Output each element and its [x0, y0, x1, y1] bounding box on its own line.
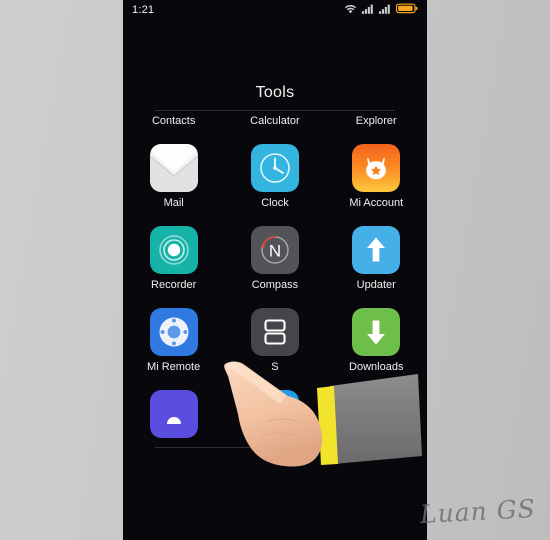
app-label: S: [271, 361, 279, 373]
mi-remote-icon: [149, 308, 198, 356]
signal-sim1-icon: [362, 1, 374, 19]
divider-bottom: [155, 447, 395, 448]
battery-icon: [395, 1, 418, 19]
app-updater[interactable]: Updater: [326, 226, 427, 308]
app-compass[interactable]: N Compass: [224, 226, 325, 308]
app-label: Updater: [356, 279, 396, 291]
downloads-icon: [352, 308, 401, 356]
app-mi-remote[interactable]: Mi Remote: [123, 308, 224, 390]
app-label: Compass: [251, 279, 299, 291]
screenshot-icon: [250, 308, 299, 356]
photo-canvas: 1:21 Tools Contacts Calculator Explorer …: [0, 0, 550, 540]
app-explorer[interactable]: Explorer: [326, 110, 427, 144]
app-contacts[interactable]: Contacts: [123, 110, 224, 144]
mail-icon: [149, 144, 198, 192]
status-bar-clock: 1:21: [132, 3, 155, 16]
watermark: Luan GS: [419, 493, 537, 530]
notes-icon: [149, 390, 198, 438]
app-themes[interactable]: [326, 390, 427, 447]
app-calculator[interactable]: Calculator: [224, 110, 325, 144]
app-screenshot[interactable]: S: [224, 308, 325, 390]
app-label: Recorder: [151, 279, 197, 291]
app-label: Explorer: [355, 115, 397, 127]
app-label: Mi Account: [349, 197, 404, 209]
app-label: Downloads: [349, 361, 404, 373]
updater-icon: [352, 226, 401, 274]
app-label: Mail: [163, 197, 184, 209]
folder-title: Tools: [255, 84, 295, 101]
signal-sim2-icon: [379, 1, 391, 19]
app-weather[interactable]: [224, 390, 325, 447]
clock-icon: [250, 144, 299, 192]
svg-text:N: N: [269, 242, 281, 261]
app-notes[interactable]: [123, 390, 224, 447]
app-downloads[interactable]: Downloads: [326, 308, 427, 390]
wifi-icon: [344, 1, 357, 19]
weather-icon: [250, 390, 299, 438]
themes-icon: [352, 390, 401, 438]
compass-icon: N: [250, 226, 299, 274]
app-recorder[interactable]: Recorder: [123, 226, 224, 308]
app-label: Calculator: [250, 115, 300, 127]
phone-screen: 1:21 Tools Contacts Calculator Explorer …: [123, 0, 427, 540]
status-bar: 1:21: [123, 0, 427, 20]
status-bar-icons: [344, 1, 418, 19]
mi-account-icon: [352, 144, 401, 192]
app-clock[interactable]: Clock: [224, 144, 325, 226]
app-label: Mi Remote: [147, 361, 201, 373]
app-label: Contacts: [151, 115, 196, 127]
app-grid: Contacts Calculator Explorer Mail Clock …: [123, 110, 427, 447]
app-mail[interactable]: Mail: [123, 144, 224, 226]
app-label: Clock: [261, 197, 289, 209]
recorder-icon: [149, 226, 198, 274]
app-mi-account[interactable]: Mi Account: [326, 144, 427, 226]
